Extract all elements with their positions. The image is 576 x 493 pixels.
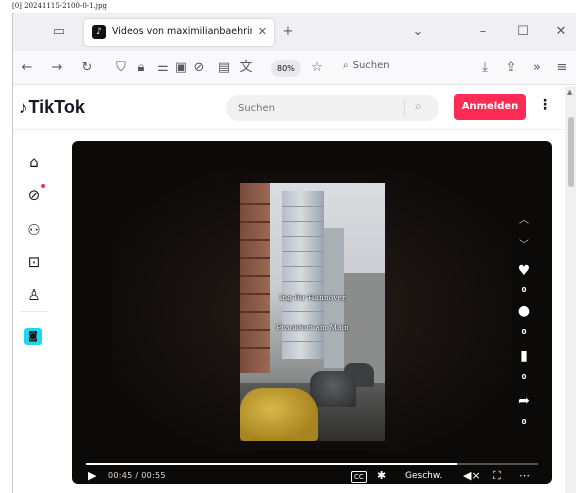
following-icon[interactable]: ⚇ <box>23 219 45 241</box>
skyscraper <box>282 191 324 359</box>
video-frame[interactable]: Ing für Hannover Frankfurt am Main <box>240 183 385 441</box>
tiktok-sidebar: ⌂ ⊘ ⚇ ⊡ ♙ ◙ <box>13 131 57 493</box>
downloads-icon[interactable]: ⤓ <box>477 60 493 76</box>
car-yellow <box>240 388 318 441</box>
home-icon[interactable]: ⌂ <box>23 151 45 173</box>
tab-list-icon[interactable]: ▭ <box>51 24 67 40</box>
previous-video-icon[interactable]: ︿ <box>513 211 535 226</box>
page-scrollbar[interactable]: ▲ <box>565 86 576 493</box>
navigation-bar: ← → ↻ ⛉ 🔒︎ ⚌ ▣ ⊘ ▤ 文 80% ☆ ⌕ Suchen ⤓ ⇪ »… <box>13 51 576 85</box>
permissions-icon[interactable]: ⚌ <box>155 60 171 76</box>
play-icon[interactable]: ▶ <box>88 469 96 483</box>
tab-overflow-chevron-icon[interactable]: ⌄ <box>410 24 426 40</box>
minimize-button[interactable]: – <box>475 24 491 40</box>
browser-window: ▭ ♪ Videos von maximilianbaehring ✕ + ⌄ … <box>12 13 576 493</box>
search-field-text: Suchen <box>352 60 390 71</box>
scroll-up-icon[interactable]: ▲ <box>567 88 572 96</box>
save-icon[interactable]: ▮ <box>513 348 535 364</box>
share-icon[interactable]: ⇪ <box>503 60 519 76</box>
browser-tab[interactable]: ♪ Videos von maximilianbaehring ✕ <box>84 19 274 46</box>
video-controls: ▶ 00:45 / 00:55 CC ✱ Geschw. ◀× ⛶ ⋯ <box>72 468 552 484</box>
tiktok-header: ♪TikTok ⌕ Anmelden ⋮ <box>13 86 565 130</box>
camera-blocked-icon[interactable]: ▣ <box>173 60 189 76</box>
like-icon[interactable]: ♥ <box>513 263 535 279</box>
comment-icon[interactable]: ● <box>513 303 535 319</box>
back-icon[interactable]: ← <box>19 60 35 76</box>
search-icon[interactable]: ⌕ <box>415 99 422 114</box>
scrollbar-thumb[interactable] <box>568 117 574 187</box>
notification-dot <box>41 184 45 188</box>
tiktok-search-box: ⌕ <box>226 95 439 121</box>
more-options-icon[interactable]: ⋮ <box>538 97 552 113</box>
car-dark <box>310 371 356 407</box>
video-caption-line2: Frankfurt am Main <box>276 323 349 332</box>
forward-icon[interactable]: → <box>49 60 65 76</box>
comment-count: 0 <box>521 328 527 336</box>
translate-icon[interactable]: 文 <box>238 60 254 76</box>
video-progress-fill <box>86 463 457 465</box>
search-divider <box>404 100 405 116</box>
reload-icon[interactable]: ↻ <box>79 60 95 76</box>
bookmark-star-icon[interactable]: ☆ <box>309 60 325 76</box>
image-caption: [0] 20241115-2100-0-1.jpg <box>12 2 107 10</box>
tiktok-favicon-icon: ♪ <box>92 25 106 39</box>
collapsed-avatar-icon[interactable]: ◙ <box>24 328 42 345</box>
tiktok-note-icon: ♪ <box>19 98 28 117</box>
maximize-button[interactable]: ☐ <box>515 24 531 40</box>
video-time: 00:45 / 00:55 <box>108 471 166 480</box>
search-icon: ⌕ <box>343 60 349 71</box>
fullscreen-icon[interactable]: ⛶ <box>493 469 501 483</box>
new-tab-button[interactable]: + <box>280 24 296 40</box>
shield-icon[interactable]: ⛉ <box>113 60 129 76</box>
next-video-icon[interactable]: ﹀ <box>513 236 535 251</box>
video-caption-line1: Ing für Hannover <box>279 293 346 302</box>
zoom-level[interactable]: 80% <box>271 60 301 77</box>
menu-icon[interactable]: ≡ <box>554 60 570 76</box>
autoscroll-icon[interactable]: ✱ <box>377 469 386 483</box>
autoplay-blocked-icon[interactable]: ⊘ <box>191 60 207 76</box>
tab-title: Videos von maximilianbaehring <box>112 26 252 37</box>
video-progress-bar[interactable] <box>86 463 538 465</box>
share-count: 0 <box>521 418 527 426</box>
logo-text: TikTok <box>28 97 85 117</box>
more-icon[interactable]: ⋯ <box>519 469 530 483</box>
screenshot-root: [0] 20241115-2100-0-1.jpg ▭ ♪ Videos von… <box>0 0 576 493</box>
sidebar-divider <box>21 311 47 312</box>
search-field[interactable]: ⌕ Suchen <box>343 60 390 71</box>
tiktok-logo[interactable]: ♪TikTok <box>19 97 85 118</box>
mute-icon[interactable]: ◀× <box>463 469 481 483</box>
profile-icon[interactable]: ♙ <box>23 284 45 306</box>
speed-button[interactable]: Geschw. <box>405 469 442 483</box>
building-left <box>240 183 270 373</box>
live-icon[interactable]: ⊡ <box>23 251 45 273</box>
like-count: 0 <box>521 286 527 294</box>
lock-icon[interactable]: 🔒︎ <box>133 60 149 76</box>
share-arrow-icon[interactable]: ➦ <box>513 393 535 409</box>
reader-view-icon[interactable]: ▤ <box>216 60 232 76</box>
tab-strip: ▭ ♪ Videos von maximilianbaehring ✕ + ⌄ … <box>13 13 576 51</box>
overflow-chevron-icon[interactable]: » <box>529 60 545 76</box>
save-count: 0 <box>521 373 527 381</box>
video-player[interactable]: Ing für Hannover Frankfurt am Main ︿ ﹀ ♥… <box>72 141 552 484</box>
tab-close-icon[interactable]: ✕ <box>258 25 267 38</box>
captions-icon[interactable]: CC <box>351 471 367 483</box>
tiktok-search-input[interactable] <box>238 99 398 117</box>
login-button[interactable]: Anmelden <box>454 94 526 120</box>
close-window-button[interactable]: ✕ <box>553 24 569 40</box>
